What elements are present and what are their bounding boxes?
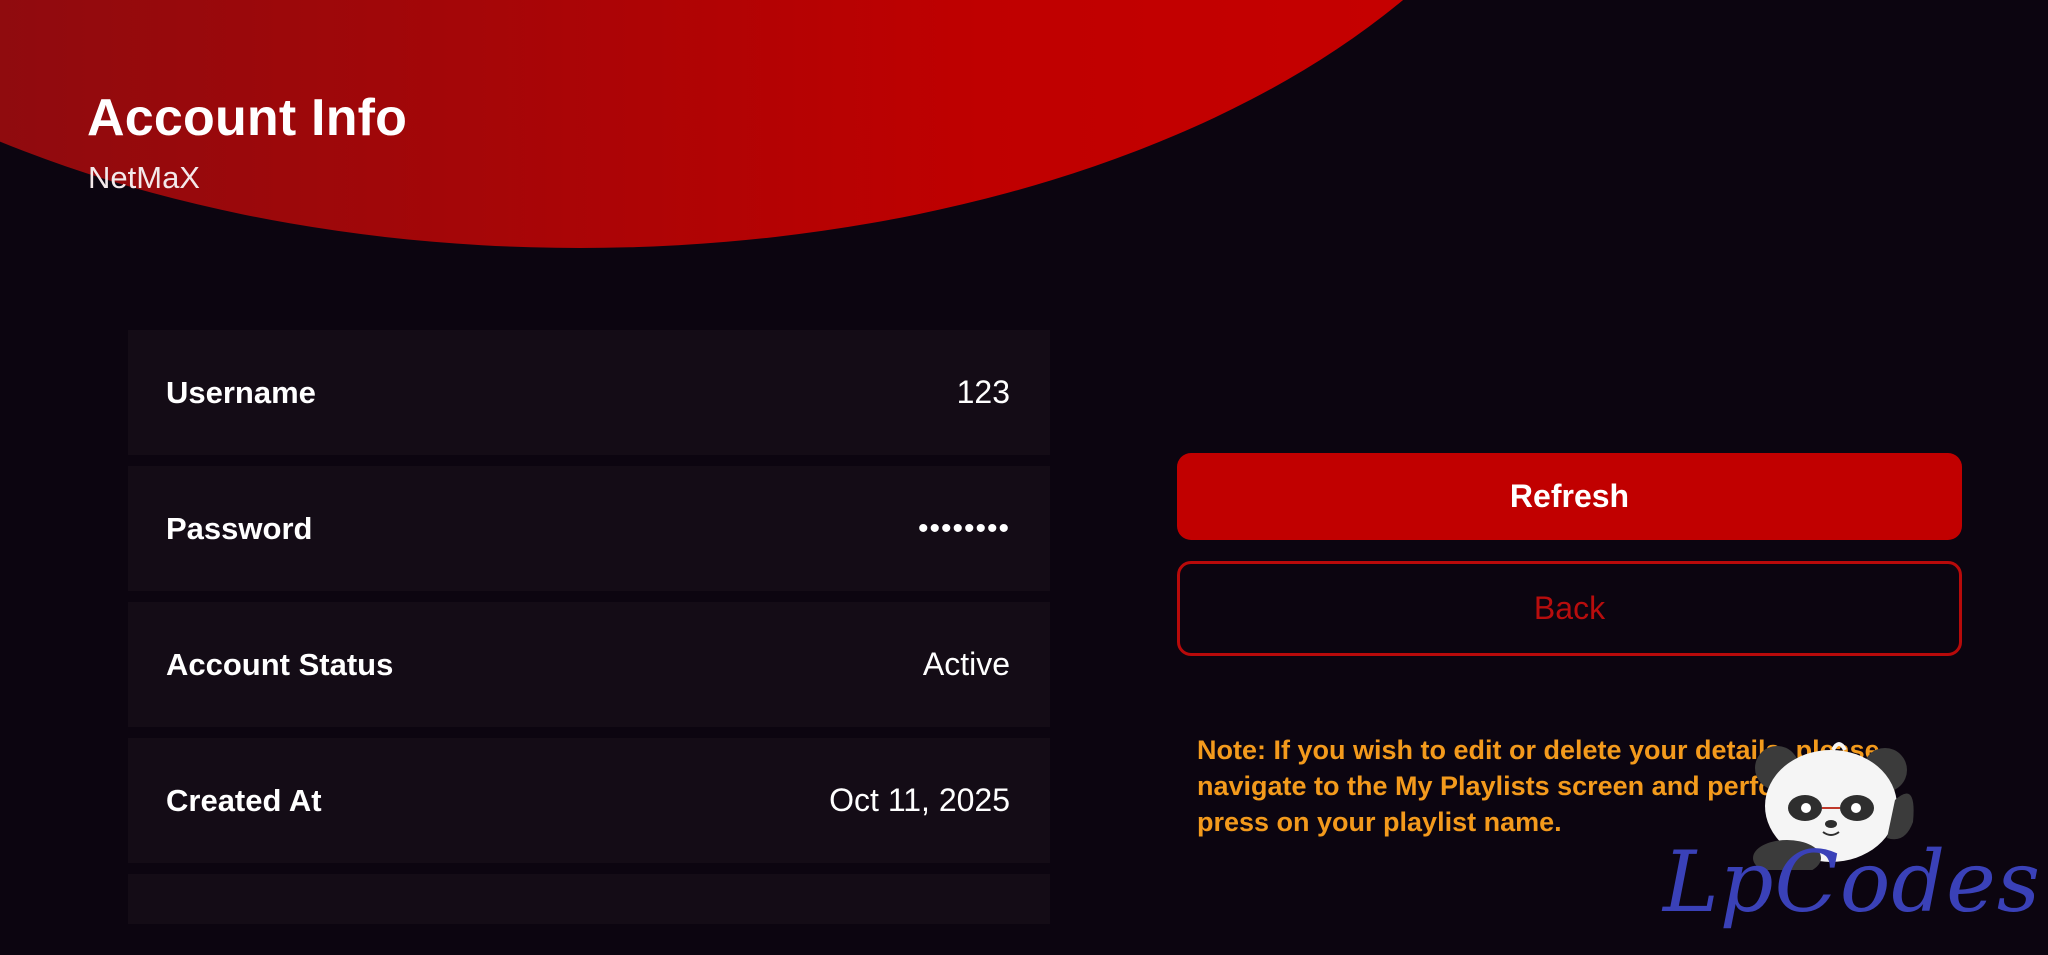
created-at-value: Oct 11, 2025 xyxy=(829,782,1010,818)
password-label: Password xyxy=(166,510,313,546)
page-title: Account Info xyxy=(87,89,408,147)
username-row: Username 123 xyxy=(128,330,1050,455)
password-value: •••••••• xyxy=(917,511,1010,545)
list-item xyxy=(128,874,1050,924)
username-value: 123 xyxy=(956,374,1010,410)
username-label: Username xyxy=(166,374,316,410)
account-status-label: Account Status xyxy=(166,646,394,682)
watermark: LpCodes xyxy=(1655,740,2040,945)
account-status-value: Active xyxy=(922,646,1010,682)
created-at-label: Created At xyxy=(166,782,322,818)
refresh-button[interactable]: Refresh xyxy=(1177,453,1962,540)
account-info-screen: Account Info NetMaX Username 123 Passwor… xyxy=(0,0,2048,955)
watermark-logo: LpCodes xyxy=(1663,833,2041,931)
account-info-list: Username 123 Password •••••••• Account S… xyxy=(128,330,1050,924)
created-at-row: Created At Oct 11, 2025 xyxy=(128,738,1050,863)
password-row: Password •••••••• xyxy=(128,466,1050,591)
account-status-row: Account Status Active xyxy=(128,602,1050,727)
app-name: NetMaX xyxy=(88,160,200,195)
back-button[interactable]: Back xyxy=(1177,561,1962,656)
